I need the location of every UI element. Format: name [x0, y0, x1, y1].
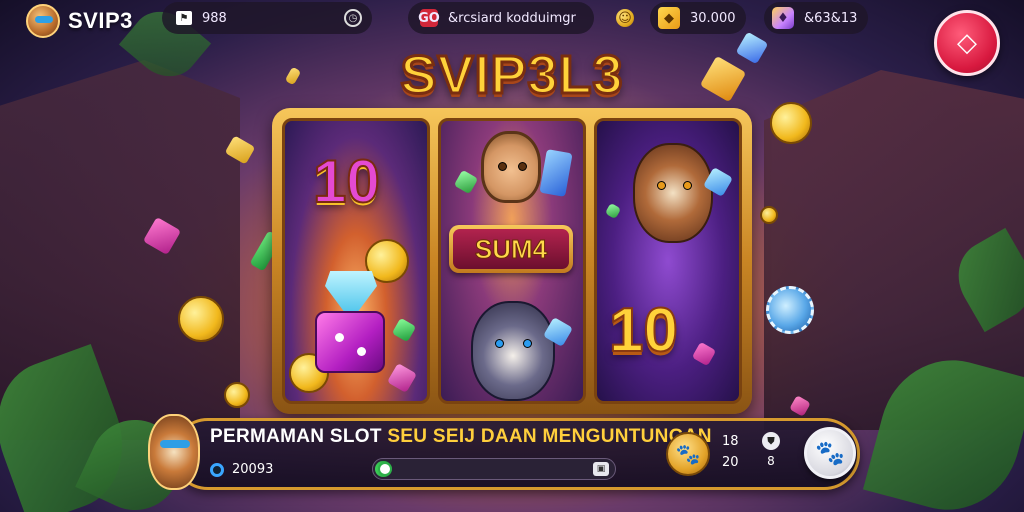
eye — [523, 339, 532, 348]
eye — [683, 181, 692, 190]
reel-2[interactable]: SUM4 — [438, 118, 586, 404]
bet-button[interactable]: 🐾 — [666, 432, 710, 476]
eye — [495, 339, 504, 348]
floating-coin — [770, 102, 812, 144]
balance-pill[interactable]: ◆ 30.000 — [650, 2, 746, 34]
panel-title: PERMAMAN SLOT SEU SEIJ DAAN MENGUNTUNGAN — [210, 426, 712, 448]
shield-icon[interactable]: ⛊ — [762, 432, 780, 450]
panel-title-gold: SEU SEIJ DAAN MENGUNTUNGAN — [387, 426, 712, 447]
ring-icon — [210, 462, 224, 477]
symbol-wolf — [471, 301, 555, 401]
fox-mascot-icon — [26, 4, 60, 38]
flag-icon: ⚑ — [176, 11, 192, 25]
close-diamond-icon: ◇ — [957, 28, 977, 58]
symbol-gem — [691, 341, 717, 367]
floating-coin — [178, 296, 224, 342]
floating-coin — [760, 206, 778, 224]
eye — [657, 181, 666, 190]
paw-icon: 🐾 — [675, 442, 701, 466]
symbol-ten-gold: 10 — [608, 295, 679, 366]
symbol-gem — [539, 149, 573, 197]
sum-badge: SUM4 — [449, 225, 573, 273]
notice-label: &rcsiard kodduimgr — [448, 10, 576, 26]
coin-icon: ☺ — [616, 9, 634, 27]
stat-top: 18 — [722, 434, 739, 449]
stat-bottom: 20 — [722, 455, 739, 470]
eye — [498, 162, 507, 171]
reels: 10 SUM4 10 — [282, 118, 742, 404]
brand-title: SVIP3 — [68, 8, 133, 33]
gem-pill[interactable]: ♦ &63&13 — [764, 2, 868, 34]
level-value: 988 — [202, 10, 227, 26]
paw-icon: 🐾 — [815, 439, 845, 467]
symbol-gem — [604, 202, 622, 220]
ticket-icon[interactable]: ▣ — [593, 462, 609, 476]
mascot-icon — [148, 414, 200, 490]
symbol-gem — [386, 362, 418, 394]
close-button[interactable]: ◇ — [934, 10, 1000, 76]
reel-frame: 10 SUM4 10 — [272, 108, 752, 414]
top-bar: SVIP3 ⚑ 988 ◷ GO &rcsiard kodduimgr ☺ ◆ … — [0, 0, 1024, 40]
balance-value: 30.000 — [690, 10, 736, 26]
reel-3[interactable]: 10 — [594, 118, 742, 404]
sum-badge-label: SUM4 — [453, 229, 569, 269]
symbol-gem — [391, 317, 417, 343]
symbol-gem — [453, 169, 479, 195]
floating-chip — [766, 286, 814, 334]
coin-shortcut[interactable]: ☺ — [610, 2, 640, 34]
brand: SVIP3 — [26, 4, 133, 38]
gem-value: &63&13 — [804, 10, 858, 26]
symbol-dice — [315, 311, 385, 373]
reel-1[interactable]: 10 — [282, 118, 430, 404]
symbol-ten: 10 — [312, 147, 381, 216]
panel-sub-value: 20093 — [232, 462, 274, 477]
stat-column: 18 20 — [722, 434, 739, 470]
symbol-dog — [633, 143, 713, 243]
game-title: SVIP3L3 — [399, 44, 624, 107]
panel-subinfo: 20093 — [210, 462, 273, 477]
notice-pill[interactable]: GO &rcsiard kodduimgr — [408, 2, 594, 34]
level-pill[interactable]: ⚑ 988 ◷ — [162, 2, 372, 34]
cube-icon: ◆ — [658, 7, 680, 29]
gem-icon: ♦ — [772, 7, 794, 29]
spin-button[interactable]: 🐾 — [804, 427, 856, 479]
stat-column-2: ⛊ 8 — [762, 432, 780, 468]
floating-coin — [224, 382, 250, 408]
progress-bar[interactable]: ▣ — [372, 458, 616, 480]
stat2-bottom: 8 — [767, 454, 775, 468]
eye — [518, 162, 527, 171]
symbol-girl — [481, 131, 541, 203]
clock-icon[interactable]: ◷ — [344, 9, 362, 27]
badge-icon: GO — [418, 9, 440, 27]
panel-title-white: PERMAMAN SLOT — [210, 426, 382, 447]
progress-knob[interactable] — [377, 462, 392, 476]
